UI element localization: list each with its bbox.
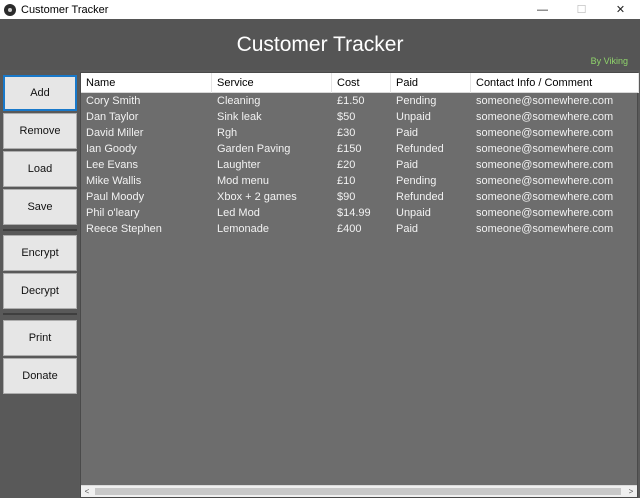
- column-header-name[interactable]: Name: [81, 73, 212, 93]
- cell-service: Xbox + 2 games: [217, 191, 297, 203]
- close-button[interactable]: ✕: [601, 0, 640, 19]
- encrypt-button[interactable]: Encrypt: [3, 235, 77, 271]
- cell-paid: Pending: [396, 175, 437, 187]
- cell-paid: Refunded: [396, 191, 444, 203]
- cell-name: David Miller: [86, 127, 144, 139]
- minimize-button[interactable]: —: [523, 0, 562, 19]
- table-row[interactable]: Dan Taylor Sink leak $50 Unpaid someone@…: [81, 109, 639, 125]
- cell-paid: Unpaid: [396, 111, 431, 123]
- table-body: Cory Smith Cleaning £1.50 Pending someon…: [81, 93, 639, 237]
- table-row[interactable]: Mike Wallis Mod menu £10 Pending someone…: [81, 173, 639, 189]
- cell-contact: someone@somewhere.com: [476, 207, 614, 219]
- cell-name: Phil o'leary: [86, 207, 140, 219]
- cell-contact: someone@somewhere.com: [476, 143, 614, 155]
- scrollbar-thumb[interactable]: [95, 488, 621, 495]
- cell-paid: Paid: [396, 127, 419, 139]
- cell-contact: someone@somewhere.com: [476, 127, 614, 139]
- cell-contact: someone@somewhere.com: [476, 159, 614, 171]
- cell-cost: $90: [337, 191, 356, 203]
- cell-service: Cleaning: [217, 95, 261, 107]
- table-row[interactable]: Ian Goody Garden Paving £150 Refunded so…: [81, 141, 639, 157]
- donate-button[interactable]: Donate: [3, 358, 77, 394]
- cell-cost: $50: [337, 111, 356, 123]
- column-header-paid[interactable]: Paid: [391, 73, 471, 93]
- table-row[interactable]: Lee Evans Laughter £20 Paid someone@some…: [81, 157, 639, 173]
- cell-paid: Pending: [396, 95, 437, 107]
- cell-name: Reece Stephen: [86, 223, 162, 235]
- scroll-right-arrow-icon[interactable]: >: [625, 486, 637, 497]
- maximize-button[interactable]: ☐: [562, 0, 601, 19]
- table-row[interactable]: Phil o'leary Led Mod $14.99 Unpaid someo…: [81, 205, 639, 221]
- cell-cost: £1.50: [337, 95, 365, 107]
- cell-service: Led Mod: [217, 207, 260, 219]
- page-title: Customer Tracker: [236, 33, 404, 56]
- save-button[interactable]: Save: [3, 189, 77, 225]
- app-header: Customer Tracker By Viking: [0, 19, 640, 70]
- app-icon: [4, 3, 16, 16]
- scroll-left-arrow-icon[interactable]: <: [81, 486, 93, 497]
- table-row[interactable]: David Miller Rgh £30 Paid someone@somewh…: [81, 125, 639, 141]
- cell-paid: Refunded: [396, 143, 444, 155]
- cell-contact: someone@somewhere.com: [476, 111, 614, 123]
- cell-service: Rgh: [217, 127, 238, 139]
- cell-service: Mod menu: [217, 175, 269, 187]
- add-button[interactable]: Add: [3, 75, 77, 111]
- cell-contact: someone@somewhere.com: [476, 175, 614, 187]
- window-title: Customer Tracker: [21, 3, 109, 16]
- sidebar-divider: [3, 229, 77, 231]
- cell-name: Cory Smith: [86, 95, 141, 107]
- table-row[interactable]: Reece Stephen Lemonade £400 Paid someone…: [81, 221, 639, 237]
- cell-name: Mike Wallis: [86, 175, 142, 187]
- cell-name: Ian Goody: [86, 143, 137, 155]
- cell-service: Lemonade: [217, 223, 269, 235]
- title-bar: Customer Tracker — ☐ ✕: [0, 0, 640, 19]
- cell-name: Paul Moody: [86, 191, 145, 203]
- sidebar: Add Remove Load Save Encrypt Decrypt Pri…: [0, 72, 79, 498]
- cell-cost: £400: [337, 223, 362, 235]
- print-button[interactable]: Print: [3, 320, 77, 356]
- cell-service: Garden Paving: [217, 143, 291, 155]
- horizontal-scrollbar[interactable]: < >: [81, 485, 637, 497]
- cell-contact: someone@somewhere.com: [476, 223, 614, 235]
- cell-contact: someone@somewhere.com: [476, 95, 614, 107]
- cell-paid: Paid: [396, 223, 419, 235]
- table-row[interactable]: Paul Moody Xbox + 2 games $90 Refunded s…: [81, 189, 639, 205]
- column-header-service[interactable]: Service: [212, 73, 332, 93]
- column-header-contact[interactable]: Contact Info / Comment: [471, 73, 639, 93]
- decrypt-button[interactable]: Decrypt: [3, 273, 77, 309]
- cell-paid: Unpaid: [396, 207, 431, 219]
- cell-service: Laughter: [217, 159, 261, 171]
- window-controls: — ☐ ✕: [523, 0, 640, 19]
- sidebar-divider: [3, 313, 77, 315]
- customer-table[interactable]: Name Service Cost Paid Contact Info / Co…: [80, 72, 639, 498]
- cell-service: Sink leak: [217, 111, 262, 123]
- cell-cost: £10: [337, 175, 356, 187]
- cell-cost: £30: [337, 127, 356, 139]
- table-row[interactable]: Cory Smith Cleaning £1.50 Pending someon…: [81, 93, 639, 109]
- load-button[interactable]: Load: [3, 151, 77, 187]
- cell-contact: someone@somewhere.com: [476, 191, 614, 203]
- column-header-cost[interactable]: Cost: [332, 73, 391, 93]
- cell-paid: Paid: [396, 159, 419, 171]
- cell-cost: £150: [337, 143, 362, 155]
- table-header: Name Service Cost Paid Contact Info / Co…: [81, 73, 639, 93]
- remove-button[interactable]: Remove: [3, 113, 77, 149]
- cell-cost: £20: [337, 159, 356, 171]
- cell-name: Lee Evans: [86, 159, 138, 171]
- cell-name: Dan Taylor: [86, 111, 139, 123]
- author-credit: By Viking: [590, 56, 628, 66]
- cell-cost: $14.99: [337, 207, 371, 219]
